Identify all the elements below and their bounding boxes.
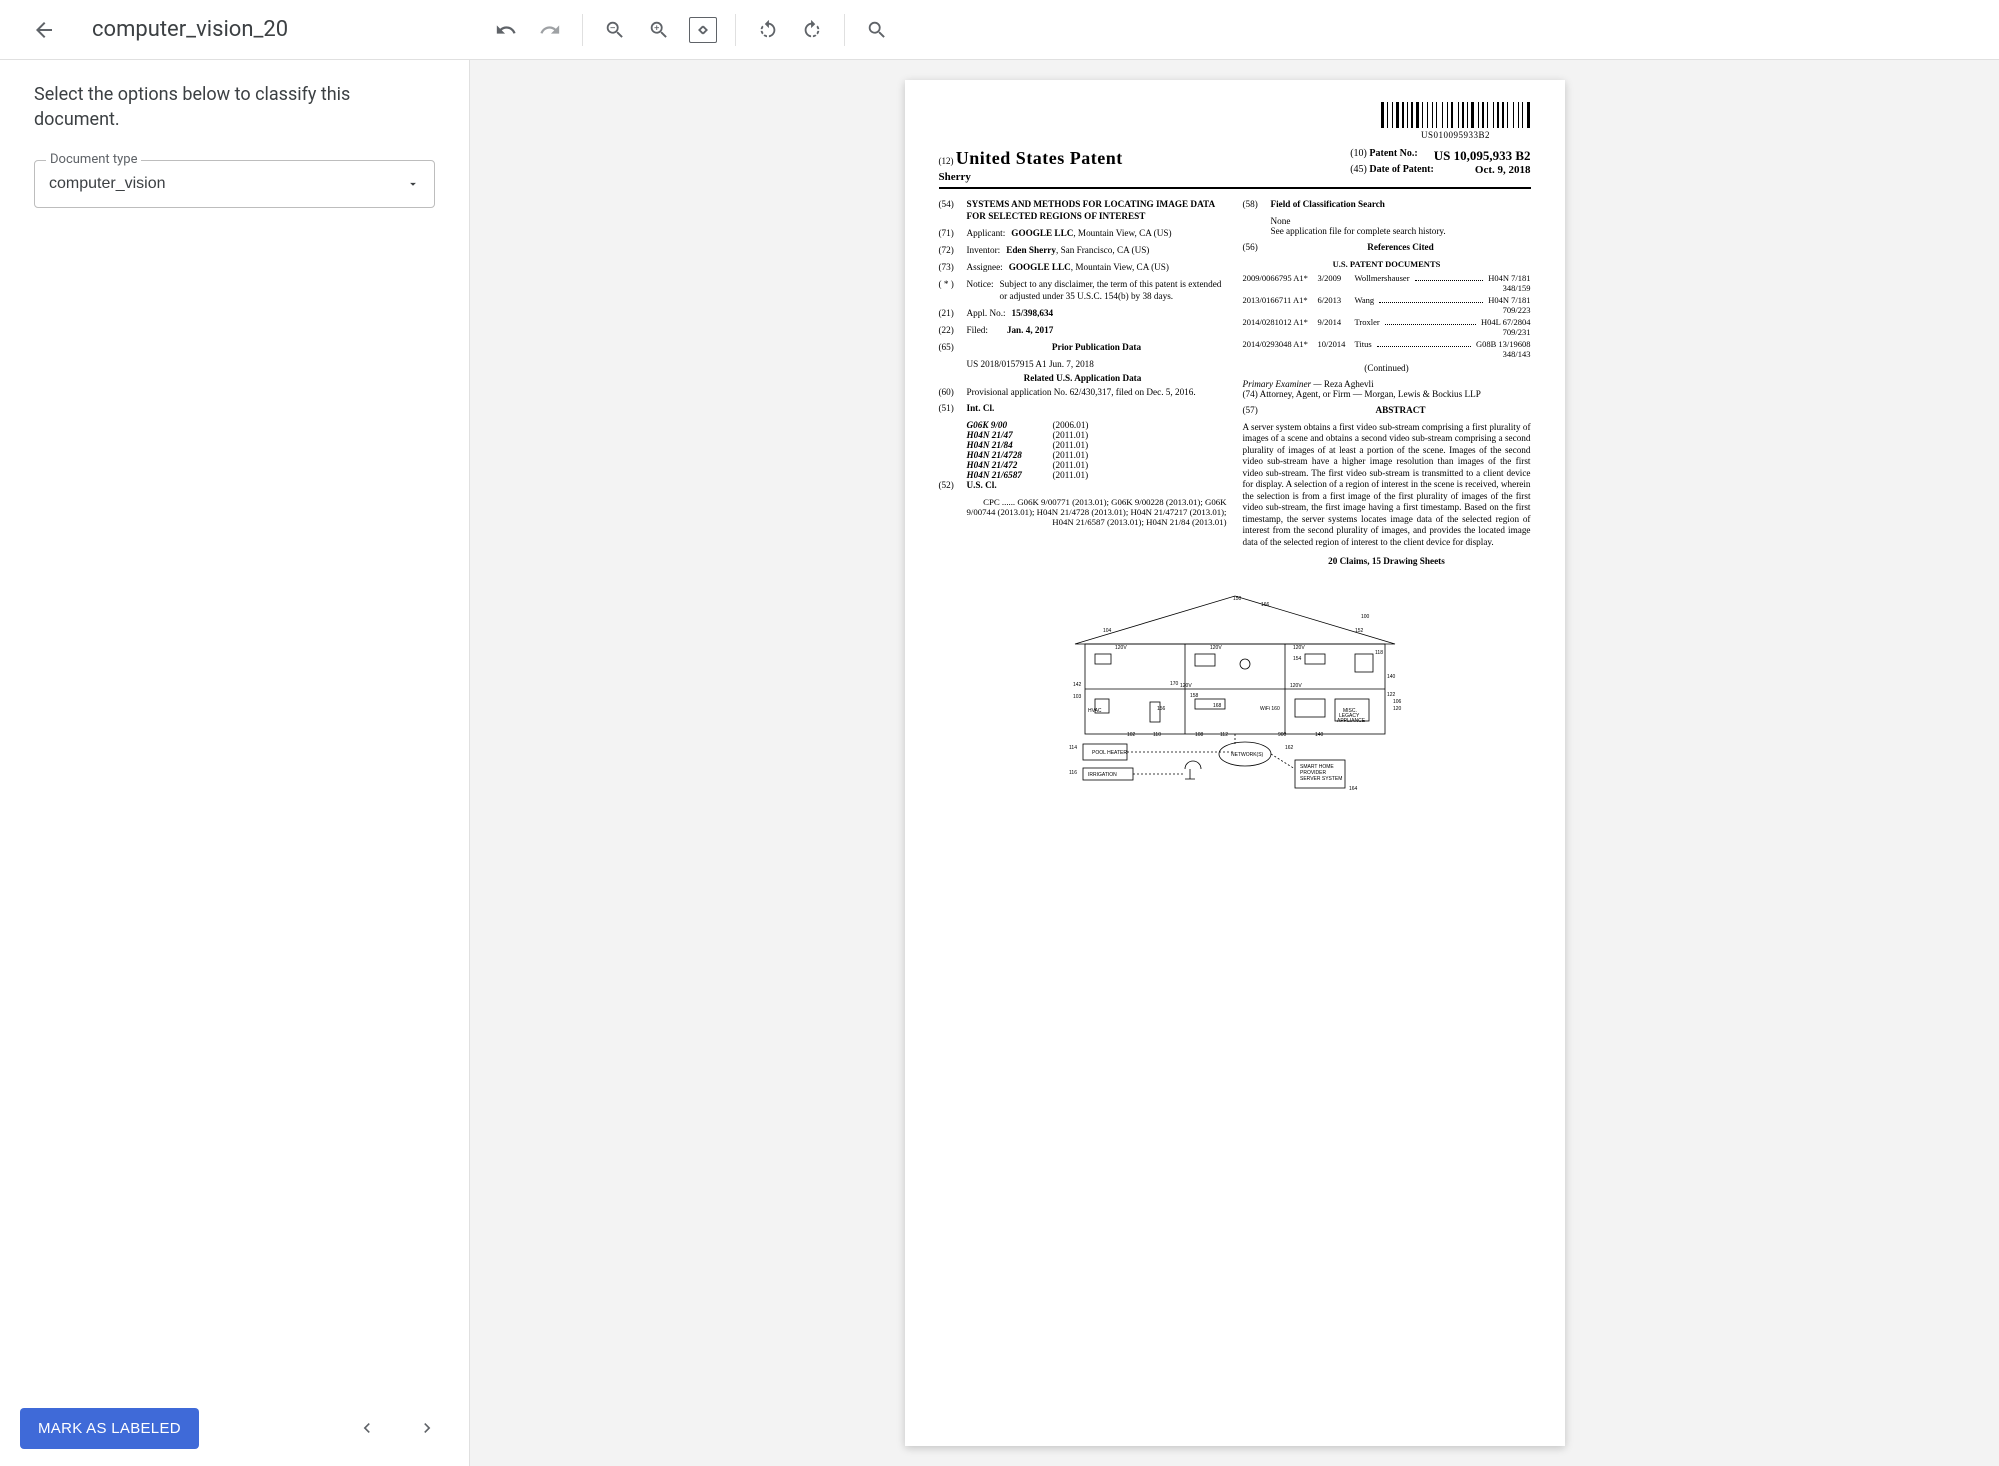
- svg-text:150: 150: [1233, 596, 1242, 602]
- mark-labeled-button[interactable]: MARK AS LABELED: [20, 1408, 199, 1449]
- back-button[interactable]: [24, 10, 64, 50]
- svg-text:164: 164: [1349, 786, 1358, 792]
- rotate-left-button[interactable]: [748, 10, 788, 50]
- svg-text:900: 900: [1278, 732, 1287, 738]
- patent-number: US 10,095,933 B2: [1434, 148, 1531, 164]
- rotate-left-icon: [757, 19, 779, 41]
- divider: [844, 14, 845, 46]
- svg-text:142: 142: [1073, 682, 1082, 688]
- svg-text:102: 102: [1127, 732, 1136, 738]
- undo-button[interactable]: [486, 10, 526, 50]
- svg-text:HVAC: HVAC: [1088, 708, 1102, 714]
- svg-text:120V: 120V: [1180, 683, 1192, 689]
- svg-text:122: 122: [1387, 692, 1396, 698]
- svg-text:170: 170: [1170, 681, 1179, 687]
- abstract-text: A server system obtains a first video su…: [1243, 422, 1531, 549]
- svg-text:POOL HEATER: POOL HEATER: [1092, 750, 1127, 756]
- svg-text:APPLIANCE: APPLIANCE: [1337, 718, 1366, 724]
- next-button[interactable]: [405, 1406, 449, 1450]
- svg-text:158: 158: [1190, 693, 1199, 699]
- patent-title: United States Patent: [956, 148, 1123, 168]
- svg-text:140: 140: [1387, 674, 1396, 680]
- zoom-out-icon: [604, 19, 626, 41]
- svg-text:162: 162: [1285, 745, 1294, 751]
- redo-button[interactable]: [530, 10, 570, 50]
- svg-text:140: 140: [1315, 732, 1324, 738]
- rotate-right-button[interactable]: [792, 10, 832, 50]
- svg-text:NETWORK(S): NETWORK(S): [1231, 752, 1264, 758]
- expand-icon: [692, 19, 714, 41]
- svg-text:120V: 120V: [1210, 645, 1222, 651]
- svg-text:106: 106: [1393, 699, 1402, 705]
- doc-type-value: computer_vision: [49, 175, 166, 193]
- zoom-in-button[interactable]: [639, 10, 679, 50]
- right-column: (58)Field of Classification Search None …: [1243, 199, 1531, 570]
- svg-text:152: 152: [1355, 628, 1364, 634]
- sidebar: Select the options below to classify thi…: [0, 60, 470, 1466]
- svg-text:SERVER SYSTEM: SERVER SYSTEM: [1300, 776, 1342, 782]
- svg-text:IRRIGATION: IRRIGATION: [1088, 772, 1117, 778]
- svg-text:110: 110: [1153, 732, 1161, 738]
- barcode: US010095933B2: [1381, 102, 1531, 140]
- doc-type-label: Document type: [46, 152, 141, 167]
- svg-text:116: 116: [1069, 770, 1077, 776]
- left-column: (54)SYSTEMS AND METHODS FOR LOCATING IMA…: [939, 199, 1227, 570]
- svg-text:114: 114: [1069, 745, 1077, 751]
- svg-text:104: 104: [1103, 628, 1112, 634]
- svg-text:168: 168: [1213, 703, 1222, 709]
- patent-body: (54)SYSTEMS AND METHODS FOR LOCATING IMA…: [939, 199, 1531, 570]
- svg-text:118: 118: [1375, 650, 1383, 656]
- divider: [582, 14, 583, 46]
- chevron-right-icon: [417, 1418, 437, 1438]
- zoom-out-button[interactable]: [595, 10, 635, 50]
- svg-text:156: 156: [1157, 706, 1166, 712]
- patent-figure: POOL HEATER IRRIGATION SMART HOME PROVID…: [939, 584, 1531, 794]
- sidebar-footer: MARK AS LABELED: [0, 1390, 469, 1466]
- document-viewer[interactable]: US010095933B2 (12) United States Patent …: [470, 60, 1999, 1466]
- undo-icon: [495, 19, 517, 41]
- document-title: computer_vision_20: [92, 17, 288, 42]
- patent-date: Oct. 9, 2018: [1475, 164, 1531, 176]
- search-button[interactable]: [857, 10, 897, 50]
- svg-text:108: 108: [1195, 732, 1204, 738]
- svg-text:120: 120: [1393, 706, 1402, 712]
- rotate-right-icon: [801, 19, 823, 41]
- barcode-text: US010095933B2: [1421, 130, 1490, 140]
- patent-header: (12) United States Patent Sherry (10) Pa…: [939, 148, 1531, 189]
- inventor-name: Sherry: [939, 171, 1123, 183]
- zoom-in-icon: [648, 19, 670, 41]
- instruction-text: Select the options below to classify thi…: [34, 82, 435, 132]
- redo-icon: [539, 19, 561, 41]
- search-icon: [866, 19, 888, 41]
- chevron-down-icon: [406, 177, 420, 191]
- svg-text:120V: 120V: [1293, 645, 1305, 651]
- doc-type-field: Document type computer_vision: [34, 160, 435, 208]
- document-page: US010095933B2 (12) United States Patent …: [905, 80, 1565, 1446]
- divider: [735, 14, 736, 46]
- svg-text:120V: 120V: [1115, 645, 1127, 651]
- chevron-left-icon: [357, 1418, 377, 1438]
- doc-type-select[interactable]: computer_vision: [34, 160, 435, 208]
- svg-text:WiFi 160: WiFi 160: [1260, 706, 1280, 712]
- svg-text:166: 166: [1261, 602, 1270, 608]
- arrow-back-icon: [32, 18, 56, 42]
- fit-page-button[interactable]: [689, 17, 717, 43]
- svg-text:154: 154: [1293, 656, 1302, 662]
- svg-text:120V: 120V: [1290, 683, 1302, 689]
- topbar: computer_vision_20: [0, 0, 1999, 60]
- main: Select the options below to classify thi…: [0, 60, 1999, 1466]
- prev-button[interactable]: [345, 1406, 389, 1450]
- svg-text:112: 112: [1220, 732, 1228, 738]
- svg-text:103: 103: [1073, 694, 1082, 700]
- svg-text:100: 100: [1361, 614, 1370, 620]
